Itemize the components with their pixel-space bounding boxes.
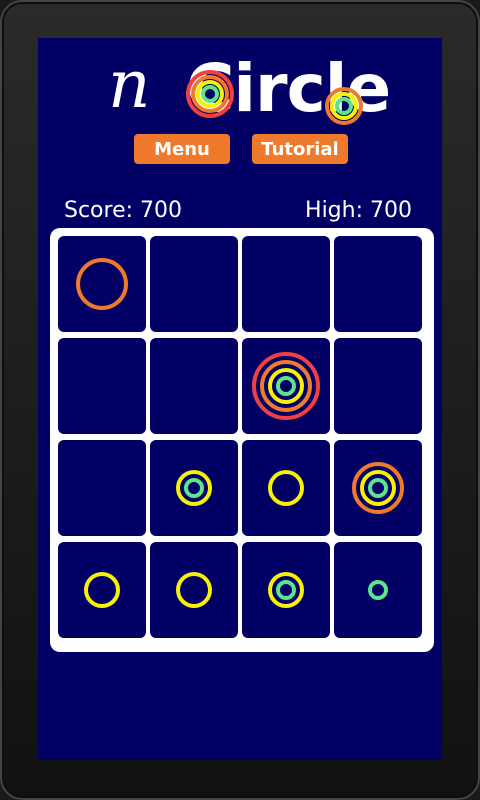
board-cell[interactable] — [334, 542, 422, 638]
game-logo: n Circle — [68, 44, 448, 144]
board-cell[interactable] — [242, 542, 330, 638]
board-cell[interactable] — [334, 236, 422, 332]
board-cell[interactable] — [58, 236, 146, 332]
yellow-ring — [268, 368, 304, 404]
score-label: Score: 700 — [64, 198, 183, 223]
circle-stack — [268, 572, 304, 608]
board-cell[interactable] — [58, 542, 146, 638]
board-cell[interactable] — [334, 440, 422, 536]
green-ring — [368, 478, 388, 498]
circle-stack — [368, 580, 388, 600]
circle-stack — [352, 462, 404, 514]
yellow-ring — [360, 470, 396, 506]
board-cell[interactable] — [242, 338, 330, 434]
board-cell[interactable] — [58, 338, 146, 434]
board-cell[interactable] — [150, 440, 238, 536]
high-score-label: High: 700 — [305, 198, 412, 223]
orange-ring — [76, 258, 128, 310]
board-cell[interactable] — [242, 236, 330, 332]
logo-prefix: n — [108, 46, 151, 123]
circle-stack — [268, 470, 304, 506]
yellow-ring — [268, 470, 304, 506]
circle-stack — [176, 470, 212, 506]
yellow-ring — [268, 572, 304, 608]
game-board — [50, 228, 434, 652]
circle-stack — [84, 572, 120, 608]
circle-stack — [76, 258, 128, 310]
board-cell[interactable] — [58, 440, 146, 536]
board-cell[interactable] — [150, 542, 238, 638]
logo-circle-icon — [186, 70, 234, 118]
board-cell[interactable] — [334, 338, 422, 434]
logo-circle-small-icon — [325, 87, 363, 125]
board-cell[interactable] — [242, 440, 330, 536]
green-ring — [184, 478, 204, 498]
tutorial-button[interactable]: Tutorial — [252, 134, 348, 164]
yellow-ring — [84, 572, 120, 608]
board-cell[interactable] — [150, 338, 238, 434]
circle-stack — [176, 572, 212, 608]
circle-stack — [252, 352, 320, 420]
game-screen: n Circle Menu Tutorial Score: 700 High: … — [38, 38, 442, 760]
green-ring — [368, 580, 388, 600]
green-ring — [276, 580, 296, 600]
yellow-ring — [176, 470, 212, 506]
menu-button[interactable]: Menu — [134, 134, 230, 164]
green-ring — [276, 376, 296, 396]
yellow-ring — [176, 572, 212, 608]
board-cell[interactable] — [150, 236, 238, 332]
